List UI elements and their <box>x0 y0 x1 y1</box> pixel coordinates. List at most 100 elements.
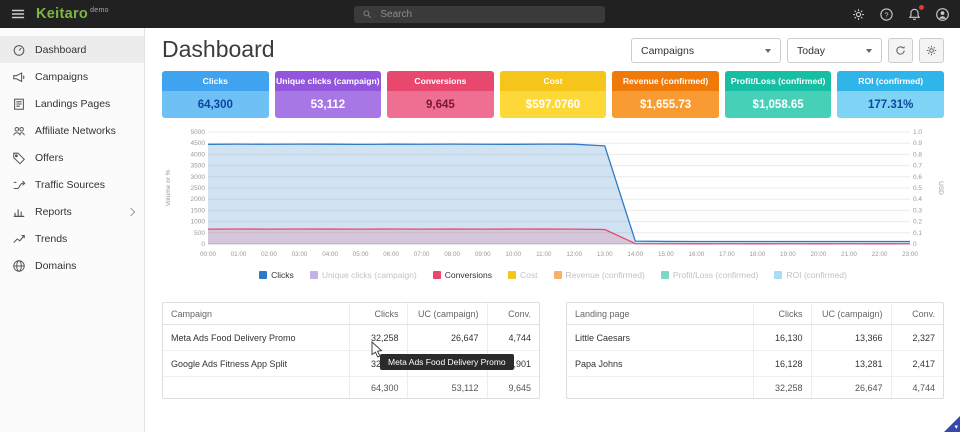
metric-card-unique-clicks-campaign[interactable]: Unique clicks (campaign)53,112 <box>275 71 382 118</box>
svg-text:USD: USD <box>937 181 944 195</box>
column-header-clicks[interactable]: Clicks <box>349 303 407 325</box>
metric-card-profit-loss-confirmed[interactable]: Profit/Loss (confirmed)$1,058.65 <box>725 71 832 118</box>
table-row[interactable]: Papa Johns16,12813,2812,417 <box>567 351 943 377</box>
date-range-select[interactable]: Today <box>787 38 882 63</box>
dashboard-settings-button[interactable] <box>919 38 944 63</box>
metric-value: 9,645 <box>387 91 494 118</box>
sidebar-item-reports[interactable]: Reports <box>0 198 144 225</box>
legend-swatch <box>310 271 318 279</box>
sidebar-item-landings-pages[interactable]: Landings Pages <box>0 90 144 117</box>
legend-item-unique-clicks-campaign[interactable]: Unique clicks (campaign) <box>310 270 417 280</box>
sidebar-item-domains[interactable]: Domains <box>0 252 144 279</box>
sidebar-item-traffic-sources[interactable]: Traffic Sources <box>0 171 144 198</box>
chevron-right-icon <box>127 207 135 215</box>
column-header-conv[interactable]: Conv. <box>891 303 943 325</box>
svg-text:00:00: 00:00 <box>200 251 216 258</box>
legend-label: Cost <box>520 270 537 280</box>
legend-label: Conversions <box>445 270 492 280</box>
sidebar-item-trends[interactable]: Trends <box>0 225 144 252</box>
svg-text:0.4: 0.4 <box>913 196 922 203</box>
metric-card-clicks[interactable]: Clicks64,300 <box>162 71 269 118</box>
row-title-cell: Papa Johns <box>567 351 753 377</box>
metric-card-conversions[interactable]: Conversions9,645 <box>387 71 494 118</box>
sidebar-item-affiliate-networks[interactable]: Affiliate Networks <box>0 117 144 144</box>
notifications-bell-icon[interactable] <box>907 7 922 22</box>
svg-text:4000: 4000 <box>191 151 206 158</box>
svg-text:0.2: 0.2 <box>913 219 922 226</box>
svg-text:11:00: 11:00 <box>536 251 552 258</box>
metric-label: Revenue (confirmed) <box>612 71 719 91</box>
sidebar-item-label: Affiliate Networks <box>35 125 116 137</box>
legend-item-conversions[interactable]: Conversions <box>433 270 492 280</box>
sidebar-item-offers[interactable]: Offers <box>0 144 144 171</box>
menu-icon[interactable] <box>10 6 26 22</box>
table-row[interactable]: Meta Ads Food Delivery Promo32,25826,647… <box>163 325 539 351</box>
numeric-cell: 16,130 <box>753 325 811 351</box>
legend-label: Unique clicks (campaign) <box>322 270 417 280</box>
column-header-landing-page[interactable]: Landing page <box>567 303 753 325</box>
legend-item-revenue-confirmed[interactable]: Revenue (confirmed) <box>554 270 645 280</box>
numeric-cell: 4,744 <box>487 325 539 351</box>
metric-card-revenue-confirmed[interactable]: Revenue (confirmed)$1,655.73 <box>612 71 719 118</box>
sidebar-item-label: Trends <box>35 233 67 245</box>
total-cell <box>163 377 349 399</box>
legend-item-profit-loss-confirmed[interactable]: Profit/Loss (confirmed) <box>661 270 759 280</box>
svg-text:01:00: 01:00 <box>231 251 247 258</box>
column-header-campaign[interactable]: Campaign <box>163 303 349 325</box>
metric-label: Clicks <box>162 71 269 91</box>
chevron-down-icon <box>866 49 872 53</box>
numeric-cell: 13,281 <box>811 351 891 377</box>
svg-text:1000: 1000 <box>191 219 206 226</box>
refresh-button[interactable] <box>888 38 913 63</box>
svg-text:19:00: 19:00 <box>780 251 796 258</box>
svg-text:03:00: 03:00 <box>292 251 308 258</box>
column-header-uc-campaign[interactable]: UC (campaign) <box>811 303 891 325</box>
svg-text:22:00: 22:00 <box>872 251 888 258</box>
legend-item-cost[interactable]: Cost <box>508 270 537 280</box>
column-header-uc-campaign[interactable]: UC (campaign) <box>407 303 487 325</box>
svg-text:07:00: 07:00 <box>414 251 430 258</box>
legend-label: Revenue (confirmed) <box>566 270 645 280</box>
metric-value: $1,058.65 <box>725 91 832 118</box>
svg-text:3000: 3000 <box>191 174 206 181</box>
topbar: Keitarodemo ? <box>0 0 960 28</box>
svg-text:16:00: 16:00 <box>688 251 704 258</box>
metric-label: Unique clicks (campaign) <box>275 71 382 91</box>
metric-value: 53,112 <box>275 91 382 118</box>
logo[interactable]: Keitarodemo <box>36 6 109 22</box>
account-icon[interactable] <box>935 7 950 22</box>
sidebar-item-dashboard[interactable]: Dashboard <box>0 36 144 63</box>
svg-text:10:00: 10:00 <box>505 251 521 258</box>
svg-text:0: 0 <box>913 241 917 248</box>
search-input[interactable] <box>378 8 597 21</box>
pages-icon <box>12 97 26 111</box>
metric-card-cost[interactable]: Cost$597.0760 <box>500 71 607 118</box>
legend-label: Profit/Loss (confirmed) <box>673 270 759 280</box>
sidebar: Dashboard Campaigns Landings Pages Affiliat… <box>0 28 145 432</box>
svg-text:09:00: 09:00 <box>475 251 491 258</box>
metric-label: Cost <box>500 71 607 91</box>
svg-text:0.8: 0.8 <box>913 151 922 158</box>
sidebar-item-campaigns[interactable]: Campaigns <box>0 63 144 90</box>
chevron-down-icon <box>765 49 771 53</box>
metric-value: 177.31% <box>837 91 944 118</box>
total-cell: 26,647 <box>811 377 891 399</box>
column-header-clicks[interactable]: Clicks <box>753 303 811 325</box>
svg-text:0.5: 0.5 <box>913 185 922 192</box>
column-header-conv[interactable]: Conv. <box>487 303 539 325</box>
help-icon[interactable]: ? <box>879 7 894 22</box>
sidebar-item-label: Landings Pages <box>35 98 110 110</box>
page-title: Dashboard <box>162 36 275 63</box>
svg-text:500: 500 <box>194 230 205 237</box>
legend-item-clicks[interactable]: Clicks <box>259 270 294 280</box>
traffic-chart: 0500100015002000250030003500400045005000… <box>162 126 944 265</box>
sidebar-item-label: Campaigns <box>35 71 88 83</box>
svg-text:12:00: 12:00 <box>566 251 582 258</box>
svg-text:0.6: 0.6 <box>913 174 922 181</box>
settings-gear-icon[interactable] <box>851 7 866 22</box>
svg-text:20:00: 20:00 <box>811 251 827 258</box>
campaigns-filter-select[interactable]: Campaigns <box>631 38 781 63</box>
metric-card-roi-confirmed[interactable]: ROI (confirmed)177.31% <box>837 71 944 118</box>
legend-item-roi-confirmed[interactable]: ROI (confirmed) <box>774 270 846 280</box>
table-row[interactable]: Little Caesars16,13013,3662,327 <box>567 325 943 351</box>
